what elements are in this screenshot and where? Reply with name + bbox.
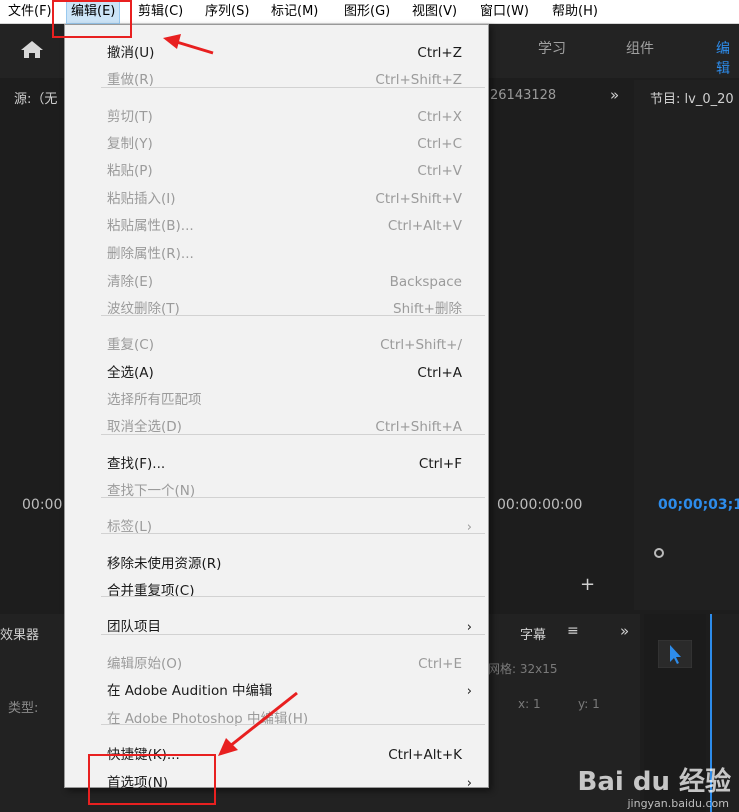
annotation-arrows [163, 34, 298, 756]
arrow-icon-bottom [218, 691, 298, 756]
watermark-url: jingyan.baidu.com [627, 797, 729, 810]
watermark-logo: Bai du 经验 [577, 767, 732, 797]
arrow-icon-top [163, 34, 214, 55]
